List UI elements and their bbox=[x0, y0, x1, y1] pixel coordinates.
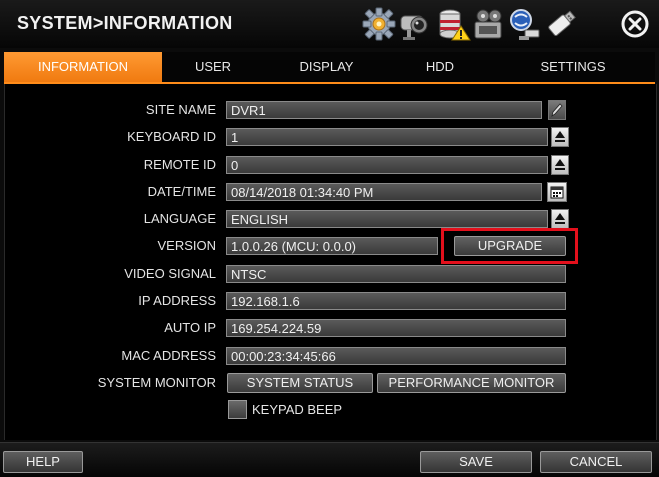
date-time-label: DATE/TIME bbox=[147, 184, 216, 199]
camera-icon[interactable] bbox=[397, 6, 433, 42]
language-select[interactable]: ENGLISH bbox=[226, 210, 548, 228]
site-name-input[interactable]: DVR1 bbox=[226, 101, 542, 119]
triangle-up-icon bbox=[555, 131, 565, 142]
cancel-button[interactable]: CANCEL bbox=[540, 451, 652, 473]
site-name-label: SITE NAME bbox=[145, 102, 216, 117]
help-button[interactable]: HELP bbox=[3, 451, 83, 473]
auto-ip-label: AUTO IP bbox=[164, 320, 216, 335]
language-dropdown-button[interactable] bbox=[551, 209, 569, 229]
page-title: SYSTEM>INFORMATION bbox=[17, 13, 233, 33]
remote-id-dropdown-button[interactable] bbox=[551, 155, 569, 175]
version-value: 1.0.0.26 (MCU: 0.0.0) bbox=[226, 237, 438, 255]
calendar-button[interactable] bbox=[547, 182, 567, 202]
footer-bar: HELP SAVE CANCEL bbox=[0, 442, 659, 477]
auto-ip-value: 169.254.224.59 bbox=[226, 319, 566, 337]
system-monitor-label: SYSTEM MONITOR bbox=[97, 375, 216, 390]
keypad-beep-checkbox[interactable] bbox=[228, 400, 247, 419]
tab-hdd[interactable]: HDD bbox=[389, 52, 491, 82]
video-signal-value: NTSC bbox=[226, 265, 566, 283]
version-label: VERSION bbox=[157, 238, 216, 253]
ip-address-value: 192.168.1.6 bbox=[226, 292, 566, 310]
tab-user[interactable]: USER bbox=[162, 52, 264, 82]
upgrade-highlight-box bbox=[441, 228, 578, 264]
pencil-icon bbox=[551, 103, 563, 117]
gear-icon[interactable] bbox=[361, 6, 397, 42]
tab-bar: INFORMATION USER DISPLAY HDD SETTINGS bbox=[4, 52, 655, 84]
network-icon[interactable] bbox=[507, 6, 543, 42]
mac-address-value: 00:00:23:34:45:66 bbox=[226, 347, 566, 365]
keyboard-id-dropdown-button[interactable] bbox=[551, 127, 569, 147]
edit-pencil-button[interactable] bbox=[548, 100, 566, 120]
database-warning-icon[interactable] bbox=[435, 6, 471, 42]
triangle-up-icon bbox=[555, 213, 565, 224]
save-button[interactable]: SAVE bbox=[420, 451, 532, 473]
keyboard-id-input[interactable]: 1 bbox=[226, 128, 548, 146]
title-bar: SYSTEM>INFORMATION bbox=[0, 0, 659, 48]
keypad-beep-label: KEYPAD BEEP bbox=[252, 402, 343, 417]
calendar-icon bbox=[550, 186, 564, 199]
video-signal-label: VIDEO SIGNAL bbox=[124, 266, 216, 281]
system-status-button[interactable]: SYSTEM STATUS bbox=[227, 373, 373, 393]
remote-id-label: REMOTE ID bbox=[143, 157, 216, 172]
mac-address-label: MAC ADDRESS bbox=[121, 348, 216, 363]
date-time-input[interactable]: 08/14/2018 01:34:40 PM bbox=[226, 183, 542, 201]
remote-id-input[interactable]: 0 bbox=[226, 156, 548, 174]
ip-address-label: IP ADDRESS bbox=[138, 293, 216, 308]
language-label: LANGUAGE bbox=[143, 211, 216, 226]
triangle-up-icon bbox=[555, 159, 565, 170]
usb-drive-icon[interactable] bbox=[543, 6, 579, 42]
tab-settings[interactable]: SETTINGS bbox=[491, 52, 655, 82]
film-icon[interactable] bbox=[471, 6, 507, 42]
keyboard-id-label: KEYBOARD ID bbox=[127, 129, 216, 144]
performance-monitor-button[interactable]: PERFORMANCE MONITOR bbox=[377, 373, 566, 393]
tab-display[interactable]: DISPLAY bbox=[264, 52, 389, 82]
close-icon[interactable] bbox=[620, 9, 650, 39]
tab-information[interactable]: INFORMATION bbox=[4, 52, 162, 82]
